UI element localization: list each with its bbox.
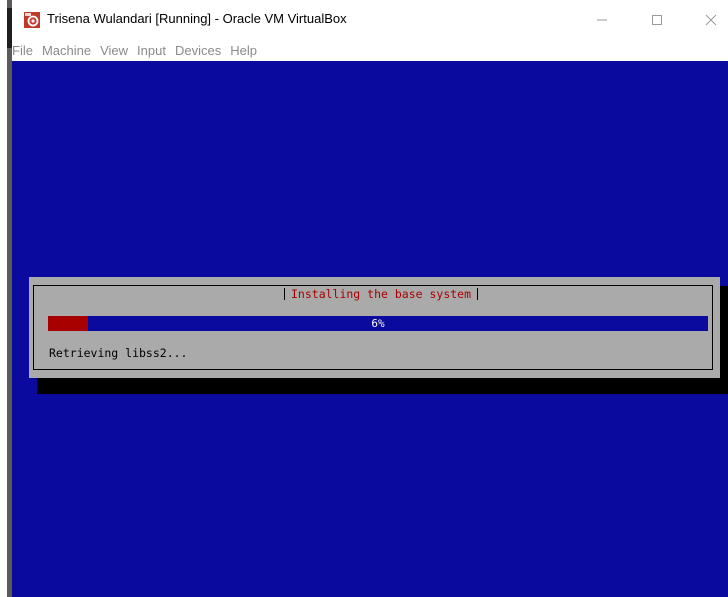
close-icon: [705, 11, 717, 30]
dialog-title-wrap: Installing the base system: [274, 286, 489, 302]
menu-devices[interactable]: Devices: [175, 43, 221, 58]
menu-file[interactable]: File: [12, 43, 33, 58]
vm-screen[interactable]: Installing the base system 6% Retrieving…: [12, 61, 728, 597]
dialog-title: Installing the base system: [291, 287, 472, 301]
menu-bar: File Machine View Input Devices Help: [12, 40, 728, 60]
virtualbox-app-icon[interactable]: [24, 12, 40, 28]
menu-view[interactable]: View: [100, 43, 128, 58]
minimize-button[interactable]: [582, 6, 622, 34]
maximize-icon: [651, 11, 663, 30]
menu-help[interactable]: Help: [230, 43, 257, 58]
install-dialog: Installing the base system 6% Retrieving…: [29, 277, 720, 378]
minimize-icon: [596, 11, 608, 30]
menu-machine[interactable]: Machine: [42, 43, 91, 58]
close-button[interactable]: [691, 6, 728, 34]
menu-input[interactable]: Input: [137, 43, 166, 58]
window-title: Trisena Wulandari [Running] - Oracle VM …: [47, 11, 347, 26]
title-right-tick: [477, 288, 479, 300]
desktop-edge: [0, 0, 7, 597]
progress-bar: 6%: [48, 316, 708, 331]
dialog-frame: Installing the base system 6% Retrieving…: [33, 285, 713, 370]
title-left-tick: [284, 288, 285, 300]
maximize-button[interactable]: [637, 6, 677, 34]
progress-percent: 6%: [371, 317, 385, 330]
virtualbox-window: Trisena Wulandari [Running] - Oracle VM …: [12, 0, 728, 597]
status-message: Retrieving libss2...: [49, 346, 188, 360]
title-bar[interactable]: Trisena Wulandari [Running] - Oracle VM …: [12, 0, 728, 40]
